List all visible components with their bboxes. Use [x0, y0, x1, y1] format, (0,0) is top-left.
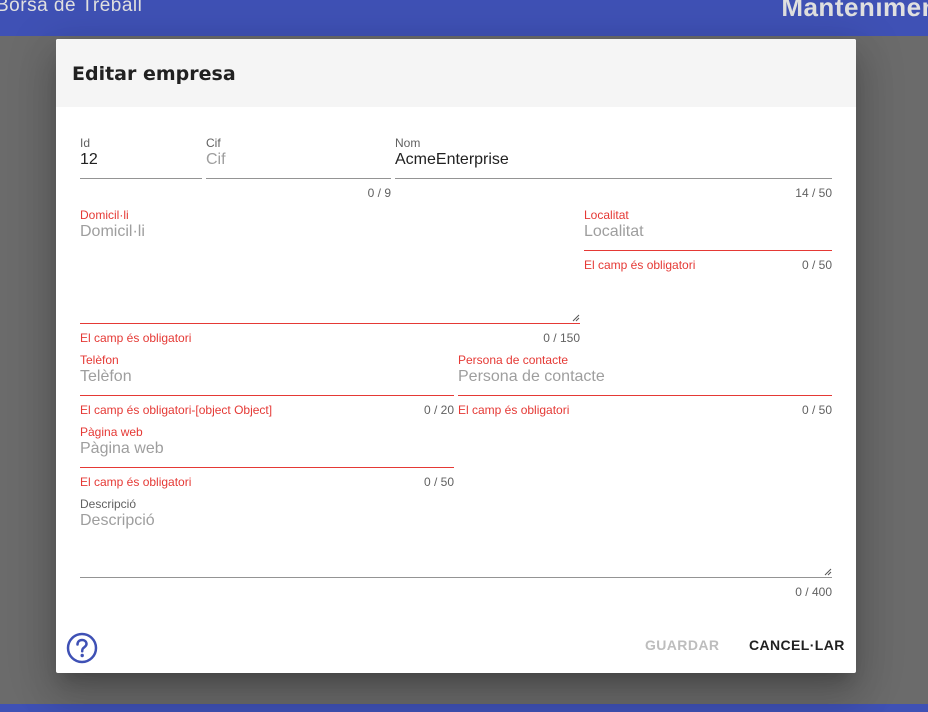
- help-circle-icon[interactable]: [66, 632, 98, 664]
- telefon-label: Telèfon: [80, 353, 119, 367]
- pagina-web-input[interactable]: Pàgina web: [80, 440, 164, 458]
- localitat-counter: 0 / 50: [801, 258, 832, 272]
- cif-counter: 0 / 9: [367, 186, 391, 200]
- descripcio-underline: [80, 577, 832, 578]
- nom-label: Nom: [395, 136, 421, 150]
- edit-company-dialog: Editar empresa Id 12 Cif Cif 0 / 9 Nom A…: [56, 39, 856, 673]
- localitat-underline: [584, 250, 832, 251]
- descripcio-label: Descripció: [80, 497, 137, 511]
- localitat-input[interactable]: Localitat: [584, 223, 644, 241]
- nom-field[interactable]: Nom AcmeEnterprise 14 / 50: [395, 136, 832, 201]
- resize-handle-icon[interactable]: [572, 314, 580, 322]
- telefon-underline: [80, 395, 454, 396]
- page-heading: Mantenimen: [781, 0, 928, 22]
- telefon-input[interactable]: Telèfon: [80, 368, 132, 386]
- localitat-error: El camp és obligatori: [584, 258, 696, 272]
- nom-input[interactable]: AcmeEnterprise: [395, 151, 509, 169]
- bottom-bar: [0, 704, 928, 712]
- domicili-textarea[interactable]: Domicil·li: [80, 223, 145, 241]
- telefon-error: El camp és obligatori-[object Object]: [80, 403, 273, 417]
- localitat-label: Localitat: [584, 208, 629, 222]
- cancel-button[interactable]: CANCEL·LAR: [749, 637, 845, 653]
- id-label: Id: [80, 136, 91, 150]
- persona-contacte-error: El camp és obligatori: [458, 403, 570, 417]
- persona-contacte-underline: [458, 395, 832, 396]
- id-underline: [80, 178, 202, 179]
- cif-underline: [206, 178, 391, 179]
- domicili-field[interactable]: Domicil·li Domicil·li El camp és obligat…: [80, 208, 580, 346]
- descripcio-textarea[interactable]: Descripció: [80, 512, 155, 530]
- cif-input[interactable]: Cif: [206, 151, 226, 169]
- pagina-web-counter: 0 / 50: [423, 475, 454, 489]
- save-button[interactable]: GUARDAR: [645, 637, 719, 653]
- app-toolbar: Borsa de Treball Mantenimen: [0, 0, 928, 36]
- pagina-web-error: El camp és obligatori: [80, 475, 192, 489]
- domicili-label: Domicil·li: [80, 208, 129, 222]
- dialog-header: Editar empresa: [56, 39, 856, 107]
- dialog-title: Editar empresa: [72, 63, 236, 85]
- cif-label: Cif: [206, 136, 221, 150]
- pagina-web-field[interactable]: Pàgina web Pàgina web El camp és obligat…: [80, 425, 454, 490]
- app-title[interactable]: Borsa de Treball: [0, 0, 142, 17]
- cif-field[interactable]: Cif Cif 0 / 9: [206, 136, 391, 201]
- persona-contacte-counter: 0 / 50: [801, 403, 832, 417]
- id-field[interactable]: Id 12: [80, 136, 202, 181]
- nom-counter: 14 / 50: [795, 186, 832, 200]
- domicili-counter: 0 / 150: [543, 331, 580, 345]
- resize-handle-icon[interactable]: [824, 568, 832, 576]
- domicili-underline: [80, 323, 580, 324]
- telefon-counter: 0 / 20: [423, 403, 454, 417]
- pagina-web-label: Pàgina web: [80, 425, 143, 439]
- persona-contacte-input[interactable]: Persona de contacte: [458, 368, 605, 386]
- persona-contacte-field[interactable]: Persona de contacte Persona de contacte …: [458, 353, 832, 418]
- persona-contacte-label: Persona de contacte: [458, 353, 569, 367]
- localitat-field[interactable]: Localitat Localitat El camp és obligator…: [584, 208, 832, 273]
- descripcio-counter: 0 / 400: [795, 585, 832, 599]
- pagina-web-underline: [80, 467, 454, 468]
- nom-underline: [395, 178, 832, 179]
- telefon-field[interactable]: Telèfon Telèfon El camp és obligatori-[o…: [80, 353, 454, 418]
- domicili-error: El camp és obligatori: [80, 331, 192, 345]
- id-input[interactable]: 12: [80, 151, 98, 169]
- descripcio-field[interactable]: Descripció Descripció 0 / 400: [80, 497, 832, 599]
